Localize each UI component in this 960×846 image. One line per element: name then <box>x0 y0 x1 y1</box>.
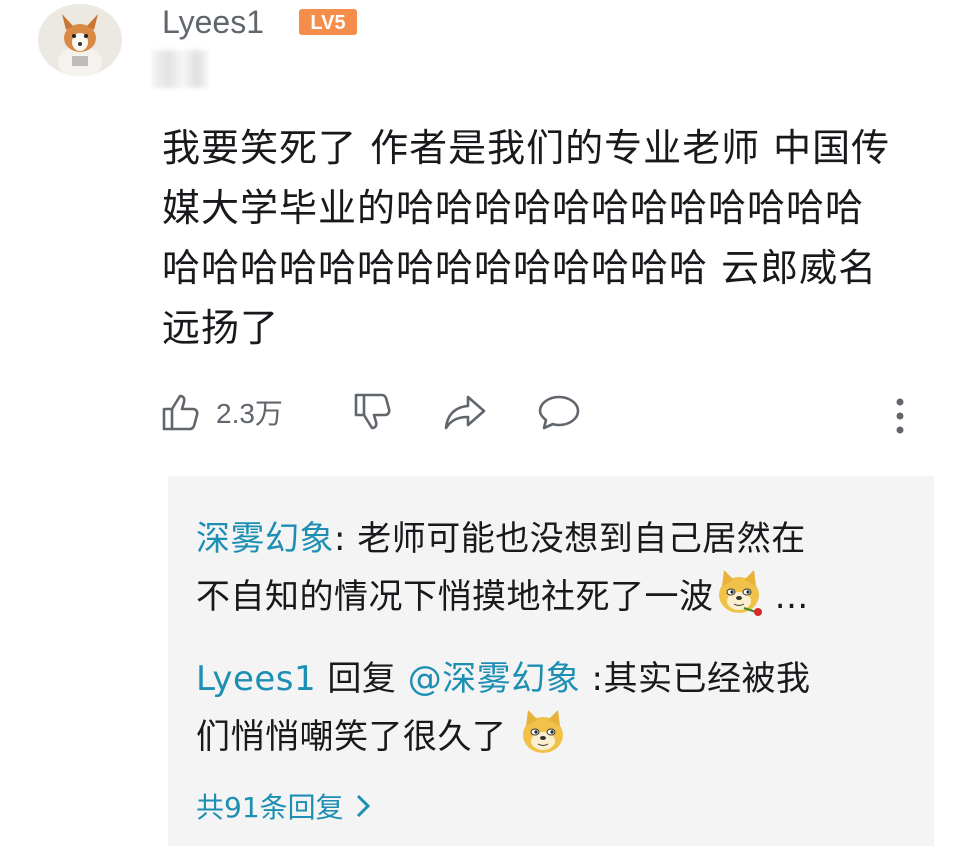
share-icon <box>444 395 486 430</box>
reply-mention[interactable]: @深雾幻象 <box>408 659 581 699</box>
dislike-button[interactable] <box>350 390 394 434</box>
share-button[interactable] <box>442 390 488 434</box>
blurred-location <box>152 50 208 88</box>
comment-actions: 2.3万 <box>158 390 938 446</box>
reply-keyword: 回复 <box>316 659 408 699</box>
reply-ellipsis: ... <box>763 577 809 617</box>
reply-icon <box>538 395 580 430</box>
reply-button[interactable] <box>536 390 582 434</box>
reply-item[interactable]: 深雾幻象: 老师可能也没想到自己居然在 不自知的情况下悄摸地社死了一波 ... <box>196 510 896 626</box>
like-count: 2.3万 <box>216 398 283 429</box>
svg-text:LV5: LV5 <box>310 12 345 34</box>
more-icon <box>896 398 904 434</box>
chevron-right-icon <box>356 794 370 818</box>
level-badge: LV5 <box>298 8 358 36</box>
dislike-icon <box>354 393 391 430</box>
more-replies-link[interactable]: 共91条回复 <box>196 786 372 826</box>
more-button[interactable] <box>894 396 906 436</box>
comment-text: 我要笑死了 作者是我们的专业老师 中国传 媒大学毕业的哈哈哈哈哈哈哈哈哈哈哈哈 … <box>162 126 891 350</box>
comment-username[interactable]: Lyees1 <box>162 2 264 42</box>
doge-emoji-icon <box>518 708 568 758</box>
reply-username[interactable]: Lyees1 <box>196 659 316 699</box>
reply-separator: : <box>334 519 358 559</box>
more-replies-label: 共91条回复 <box>196 791 344 824</box>
reply-item[interactable]: Lyees1 回复 @深雾幻象 :其实已经被我 们悄悄嘲笑了很久了 <box>196 650 896 766</box>
doge-emoji-icon <box>714 568 764 618</box>
replies-panel: 深雾幻象: 老师可能也没想到自己居然在 不自知的情况下悄摸地社死了一波 ... … <box>168 476 934 846</box>
avatar[interactable] <box>38 4 122 76</box>
like-icon <box>162 394 199 431</box>
reply-username[interactable]: 深雾幻象 <box>196 519 334 559</box>
like-button[interactable]: 2.3万 <box>158 390 283 434</box>
